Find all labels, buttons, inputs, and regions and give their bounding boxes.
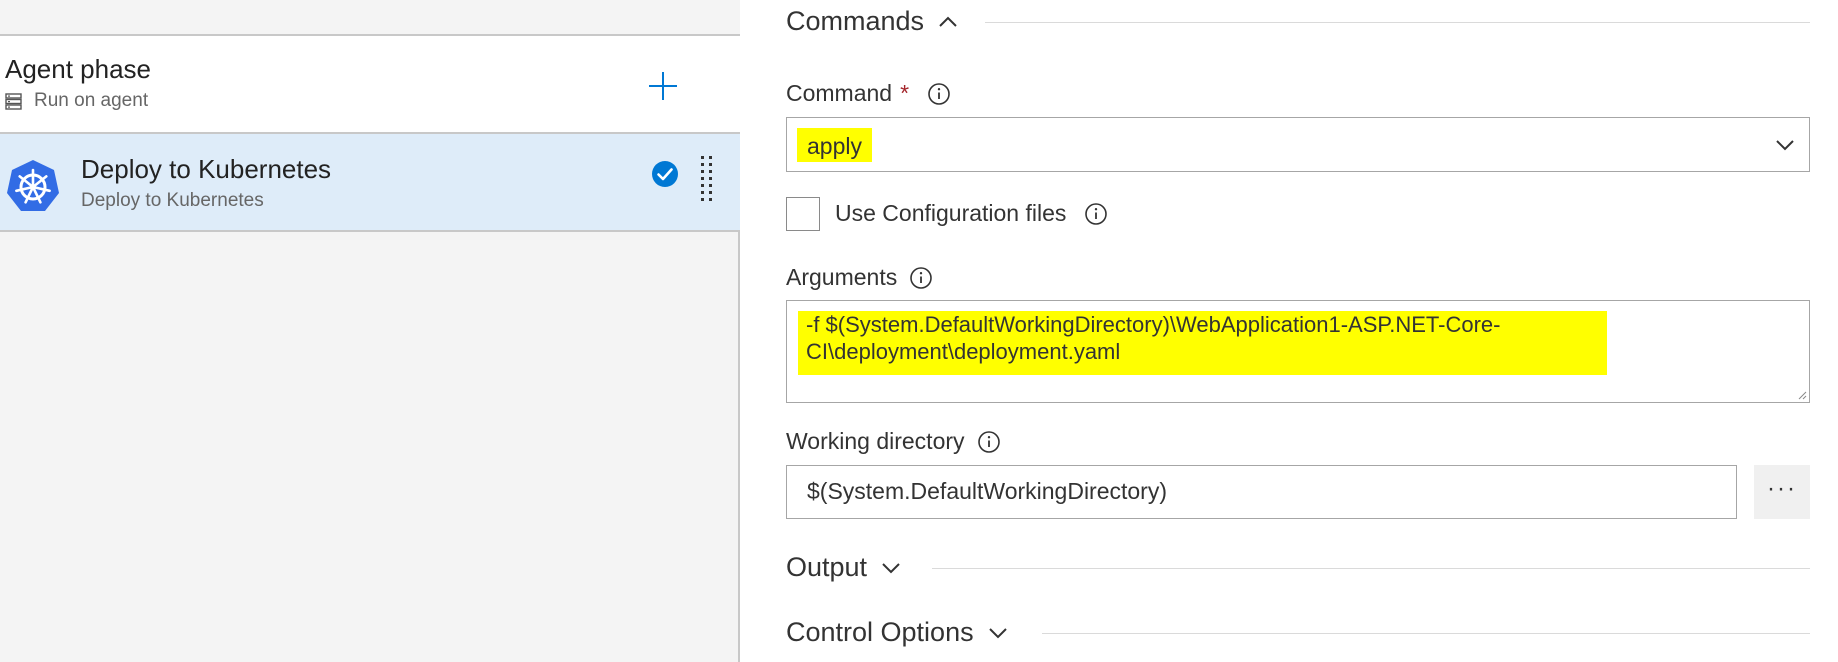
section-divider bbox=[932, 568, 1810, 569]
use-configuration-files-checkbox[interactable] bbox=[786, 197, 820, 231]
command-selected-value: apply bbox=[797, 128, 872, 162]
section-divider bbox=[1042, 633, 1810, 634]
commands-section-label: Commands bbox=[786, 6, 925, 36]
use-configuration-files-label: Use Configuration files bbox=[835, 200, 1108, 227]
task-row-deploy-to-kubernetes[interactable]: Deploy to Kubernetes Deploy to Kubernete… bbox=[0, 134, 740, 232]
task-title: Deploy to Kubernetes bbox=[81, 154, 332, 184]
phase-title: Agent phase bbox=[5, 54, 152, 84]
chevron-down-icon bbox=[882, 562, 900, 573]
server-icon bbox=[5, 92, 22, 110]
control-options-section-header[interactable]: Control Options bbox=[786, 617, 1010, 648]
required-indicator: * bbox=[900, 80, 910, 106]
phase-subtitle-text: Run on agent bbox=[34, 90, 149, 111]
check-circle-icon bbox=[652, 161, 678, 187]
working-directory-input[interactable]: $(System.DefaultWorkingDirectory) bbox=[786, 465, 1737, 519]
info-icon[interactable] bbox=[927, 82, 951, 106]
chevron-up-icon bbox=[939, 16, 957, 27]
task-settings-panel: Commands Command * apply Use Configurati… bbox=[742, 0, 1838, 662]
resize-handle-icon[interactable] bbox=[1797, 390, 1807, 400]
task-subtitle: Deploy to Kubernetes bbox=[81, 190, 264, 211]
command-dropdown[interactable]: apply bbox=[786, 117, 1810, 172]
arguments-textarea[interactable]: -f $(System.DefaultWorkingDirectory)\Web… bbox=[786, 300, 1810, 403]
arguments-label-text: Arguments bbox=[786, 264, 898, 290]
left-topbar bbox=[0, 0, 740, 36]
working-directory-label-text: Working directory bbox=[786, 428, 965, 454]
kubernetes-icon bbox=[7, 160, 59, 211]
agent-phase-row[interactable]: Agent phase Run on agent bbox=[0, 36, 740, 134]
output-section-label: Output bbox=[786, 552, 868, 582]
phase-subtitle: Run on agent bbox=[5, 90, 148, 112]
chevron-down-icon bbox=[1776, 140, 1794, 151]
info-icon[interactable] bbox=[977, 430, 1001, 454]
arguments-value: -f $(System.DefaultWorkingDirectory)\Web… bbox=[798, 311, 1607, 375]
use-configuration-files-text: Use Configuration files bbox=[835, 200, 1067, 226]
left-panel: Agent phase Run on agent Deploy to Kuber… bbox=[0, 0, 740, 662]
output-section-header[interactable]: Output bbox=[786, 552, 903, 583]
command-label-text: Command bbox=[786, 80, 893, 106]
section-divider bbox=[985, 22, 1810, 23]
arguments-label: Arguments bbox=[786, 264, 933, 291]
info-icon[interactable] bbox=[1084, 202, 1108, 226]
command-label: Command * bbox=[786, 80, 951, 107]
drag-handle-icon[interactable] bbox=[697, 154, 717, 208]
commands-section-header[interactable]: Commands bbox=[786, 6, 960, 37]
chevron-down-icon bbox=[988, 627, 1007, 638]
add-task-button[interactable] bbox=[643, 66, 683, 106]
working-directory-label: Working directory bbox=[786, 428, 1001, 455]
info-icon[interactable] bbox=[909, 266, 933, 290]
control-options-section-label: Control Options bbox=[786, 617, 974, 647]
browse-button[interactable]: ··· bbox=[1754, 465, 1810, 519]
